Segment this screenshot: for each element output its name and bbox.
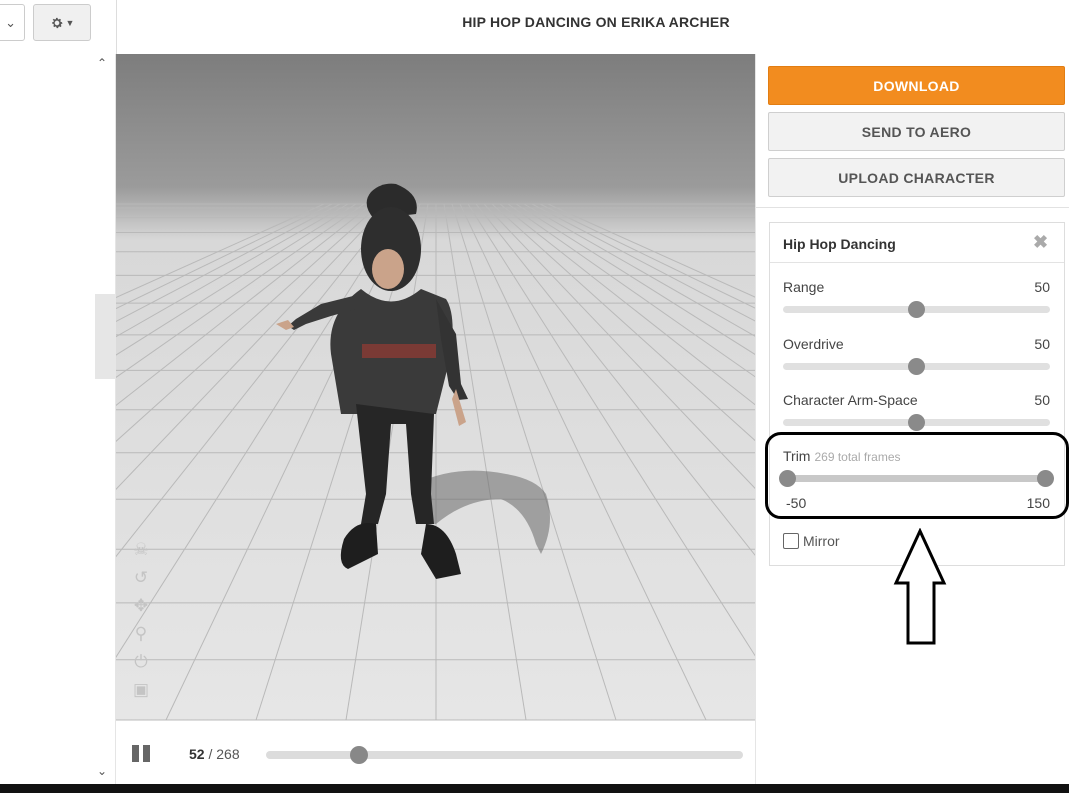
power-icon[interactable]: ⏻: [130, 651, 152, 673]
zoom-icon[interactable]: ⚲: [130, 623, 152, 645]
arm-space-slider-thumb[interactable]: [908, 414, 925, 431]
mirror-checkbox[interactable]: [783, 533, 799, 549]
frame-separator: /: [208, 746, 213, 762]
skull-icon[interactable]: ☠: [130, 539, 152, 561]
right-panel: DOWNLOAD SEND TO AERO UPLOAD CHARACTER H…: [755, 54, 1069, 784]
viewport-toolbar: ☠ ↺ ✥ ⚲ ⏻ ▣: [130, 539, 152, 701]
current-frame: 52: [189, 746, 205, 762]
mirror-option[interactable]: Mirror: [783, 533, 840, 549]
gear-icon: [51, 17, 63, 28]
send-to-aero-button[interactable]: SEND TO AERO: [768, 112, 1065, 151]
taskbar-strip: [0, 784, 1069, 793]
chevron-down-icon: ⌄: [5, 14, 16, 30]
arm-space-value: 50: [1034, 392, 1050, 408]
view-dropdown[interactable]: ⌄: [0, 4, 25, 41]
range-slider-thumb[interactable]: [908, 301, 925, 318]
left-panel: ⌃ ⌄: [0, 54, 116, 784]
arm-space-label: Character Arm-Space: [783, 392, 918, 408]
animation-title: Hip Hop Dancing: [783, 236, 896, 252]
timeline-thumb[interactable]: [349, 746, 368, 764]
card-header: Hip Hop Dancing ✖: [770, 223, 1064, 263]
arm-space-slider[interactable]: [783, 414, 1050, 431]
close-icon[interactable]: ✖: [1033, 232, 1048, 253]
download-button[interactable]: DOWNLOAD: [768, 66, 1065, 105]
undo-icon[interactable]: ↺: [130, 567, 152, 589]
overdrive-slider-thumb[interactable]: [908, 358, 925, 375]
overdrive-slider[interactable]: [783, 358, 1050, 375]
scroll-up-icon[interactable]: ⌃: [97, 56, 107, 70]
overdrive-label: Overdrive: [783, 336, 844, 352]
overdrive-value: 50: [1034, 336, 1050, 352]
settings-button[interactable]: ▼: [33, 4, 91, 41]
highlight-annotation: [765, 432, 1069, 519]
upload-character-button[interactable]: UPLOAD CHARACTER: [768, 158, 1065, 197]
camera-icon[interactable]: ▣: [130, 679, 152, 701]
floor-grid: [116, 183, 755, 720]
range-slider[interactable]: [783, 301, 1050, 318]
caret-down-icon: ▼: [65, 17, 75, 28]
mirror-label: Mirror: [803, 533, 840, 549]
playback-bar: 52 / 268: [116, 720, 755, 784]
page-title: HIP HOP DANCING ON ERIKA ARCHER: [462, 14, 730, 30]
total-frames: 268: [216, 746, 240, 762]
up-arrow-icon: [893, 528, 947, 645]
divider: [756, 207, 1069, 208]
timeline-slider[interactable]: [266, 746, 743, 764]
range-label: Range: [783, 279, 825, 295]
header: ⌄ ▼ HIP HOP DANCING ON ERIKA ARCHER: [0, 0, 1069, 54]
pause-icon: [132, 745, 139, 762]
move-icon[interactable]: ✥: [130, 595, 152, 617]
scroll-down-icon[interactable]: ⌄: [97, 764, 107, 778]
range-value: 50: [1034, 279, 1050, 295]
3d-viewport[interactable]: ☠ ↺ ✥ ⚲ ⏻ ▣: [116, 54, 755, 720]
frame-counter: 52 / 268: [189, 746, 240, 762]
pause-button[interactable]: [132, 745, 150, 762]
panel-collapse-tab[interactable]: [95, 294, 116, 379]
app-window: ⌄ ▼ HIP HOP DANCING ON ERIKA ARCHER ⌃ ⌄: [0, 0, 1069, 793]
